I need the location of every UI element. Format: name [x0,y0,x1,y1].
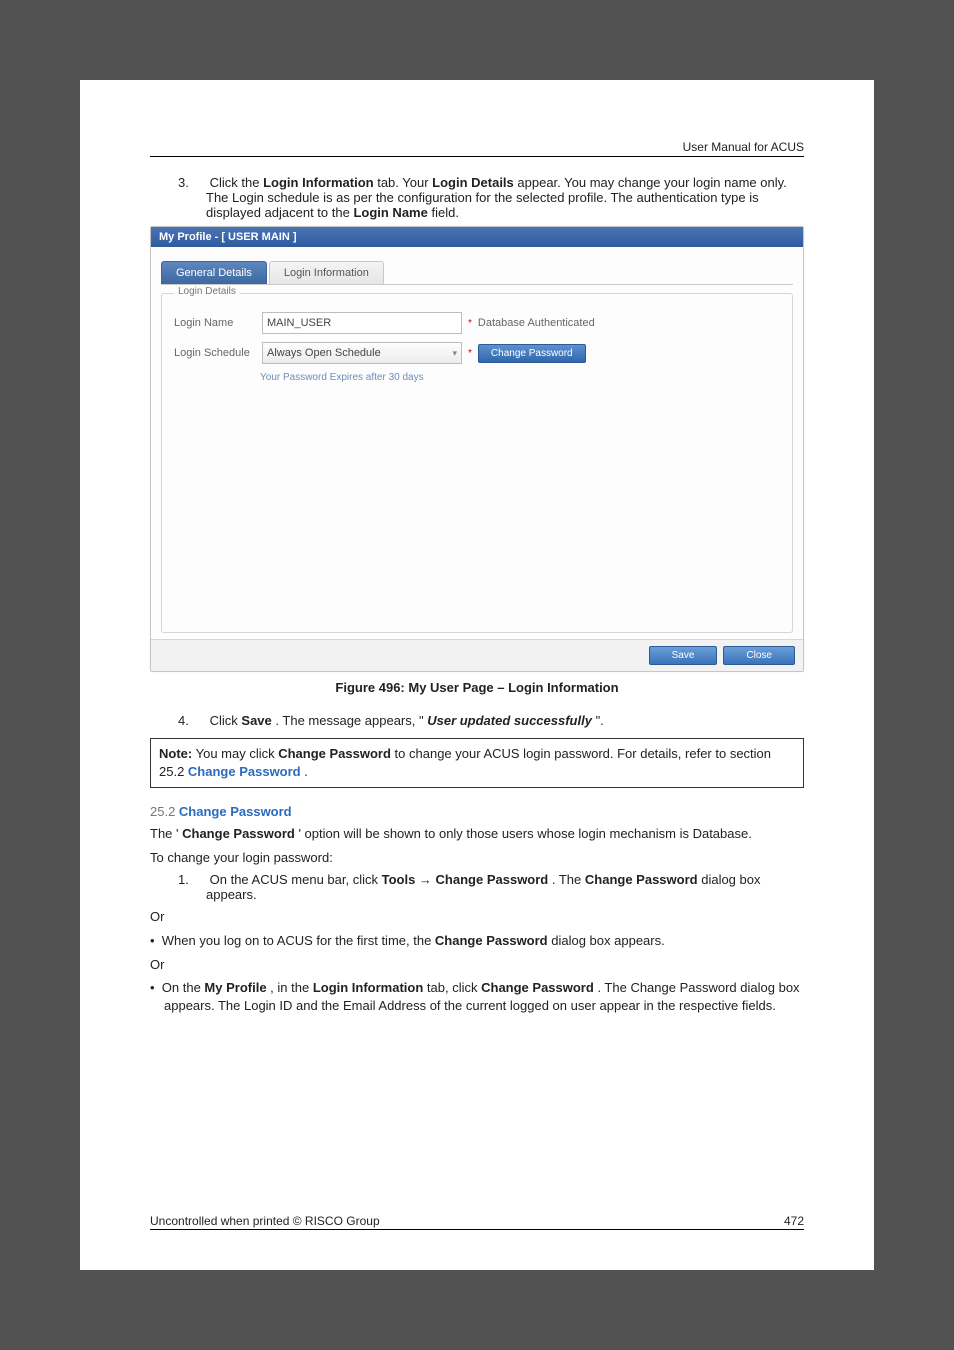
note-b: You may click [196,746,279,761]
note-link-change-password[interactable]: Change Password [188,764,301,779]
note-c: Change Password [278,746,391,761]
login-schedule-label: Login Schedule [172,347,262,359]
note-box: Note: You may click Change Password to c… [150,738,804,788]
b1-c: dialog box appears. [551,933,664,948]
s1-d: . The [552,872,585,887]
p1-c: ' option will be shown to only those use… [298,826,751,841]
login-name-label: Login Name [172,317,262,329]
screenshot-footer: Save Close [151,639,803,671]
b2-f: Change Password [481,980,594,995]
window-title: My Profile - [ USER MAIN ] [151,227,803,247]
step-3-text-f: Login Name [353,205,427,220]
b2-e: tab, click [427,980,481,995]
step-4-c: . The message appears, " [275,713,423,728]
b2-a: On the [162,980,205,995]
note-f: . [304,764,308,779]
change-password-button[interactable]: Change Password [478,344,586,363]
paragraph-2: To change your login password: [150,849,804,867]
footer-page-number: 472 [784,1214,804,1228]
substep-1-number: 1. [178,872,196,887]
login-schedule-value: Always Open Schedule [267,347,381,359]
required-marker-1: * [468,318,472,329]
tab-general-details[interactable]: General Details [161,261,267,284]
b2-b: My Profile [204,980,266,995]
step-4-a: Click [210,713,242,728]
step-4-b: Save [241,713,271,728]
login-schedule-select[interactable]: Always Open Schedule ▾ [262,342,462,364]
s1-a: On the ACUS menu bar, click [210,872,382,887]
close-button[interactable]: Close [723,646,795,665]
section-heading: 25.2 Change Password [150,804,804,819]
step-3-text-a: Click the [210,175,263,190]
or-1: Or [150,908,804,926]
tab-login-information[interactable]: Login Information [269,261,384,284]
s1-arrow: → [419,872,436,887]
note-label: Note: [159,746,192,761]
header-text: User Manual for ACUS [150,140,804,154]
password-expiry-hint: Your Password Expires after 30 days [260,372,782,383]
p1-a: The ' [150,826,179,841]
row-login-schedule: Login Schedule Always Open Schedule ▾ * … [172,342,782,364]
step-4-e: ". [596,713,604,728]
page-footer: Uncontrolled when printed © RISCO Group … [150,1214,804,1230]
section-title: Change Password [179,804,292,819]
b1-b: Change Password [435,933,548,948]
step-4-number: 4. [178,713,196,728]
login-details-fieldset: Login Details Login Name * Database Auth… [161,293,793,633]
screenshot-body: General Details Login Information Login … [151,247,803,639]
b1-a: When you log on to ACUS for the first ti… [162,933,435,948]
b2-c: , in the [270,980,313,995]
footer-left: Uncontrolled when printed © RISCO Group [150,1214,380,1228]
embedded-screenshot: My Profile - [ USER MAIN ] General Detai… [150,226,804,672]
header-rule [150,156,804,157]
auth-type-text: Database Authenticated [478,317,595,329]
step-3-text-c: tab. Your [377,175,432,190]
section-number: 25.2 [150,804,179,819]
figure-caption: Figure 496: My User Page – Login Informa… [150,680,804,695]
bullet-1: • When you log on to ACUS for the first … [150,932,804,950]
step-3-text-g: field. [431,205,458,220]
step-3: 3. Click the Login Information tab. Your… [150,175,804,220]
s1-c: Change Password [436,872,549,887]
s1-b: Tools [382,872,416,887]
row-login-name: Login Name * Database Authenticated [172,312,782,334]
save-button[interactable]: Save [649,646,718,665]
login-name-input[interactable] [262,312,462,334]
or-2: Or [150,956,804,974]
step-4-d: User updated successfully [427,713,592,728]
step-3-text-b: Login Information [263,175,373,190]
tab-strip: General Details Login Information [161,261,793,285]
substep-1: 1. On the ACUS menu bar, click Tools → C… [206,872,804,902]
page: User Manual for ACUS 3. Click the Login … [80,80,874,1270]
step-3-text-d: Login Details [432,175,514,190]
chevron-down-icon: ▾ [452,348,457,359]
s1-e: Change Password [585,872,698,887]
step-3-number: 3. [178,175,196,190]
fieldset-legend: Login Details [174,286,240,297]
step-4: 4. Click Save . The message appears, " U… [150,713,804,728]
bullet-2: • On the My Profile , in the Login Infor… [150,979,804,1014]
b2-d: Login Information [313,980,423,995]
required-marker-2: * [468,348,472,359]
p1-b: Change Password [182,826,295,841]
paragraph-1: The ' Change Password ' option will be s… [150,825,804,843]
